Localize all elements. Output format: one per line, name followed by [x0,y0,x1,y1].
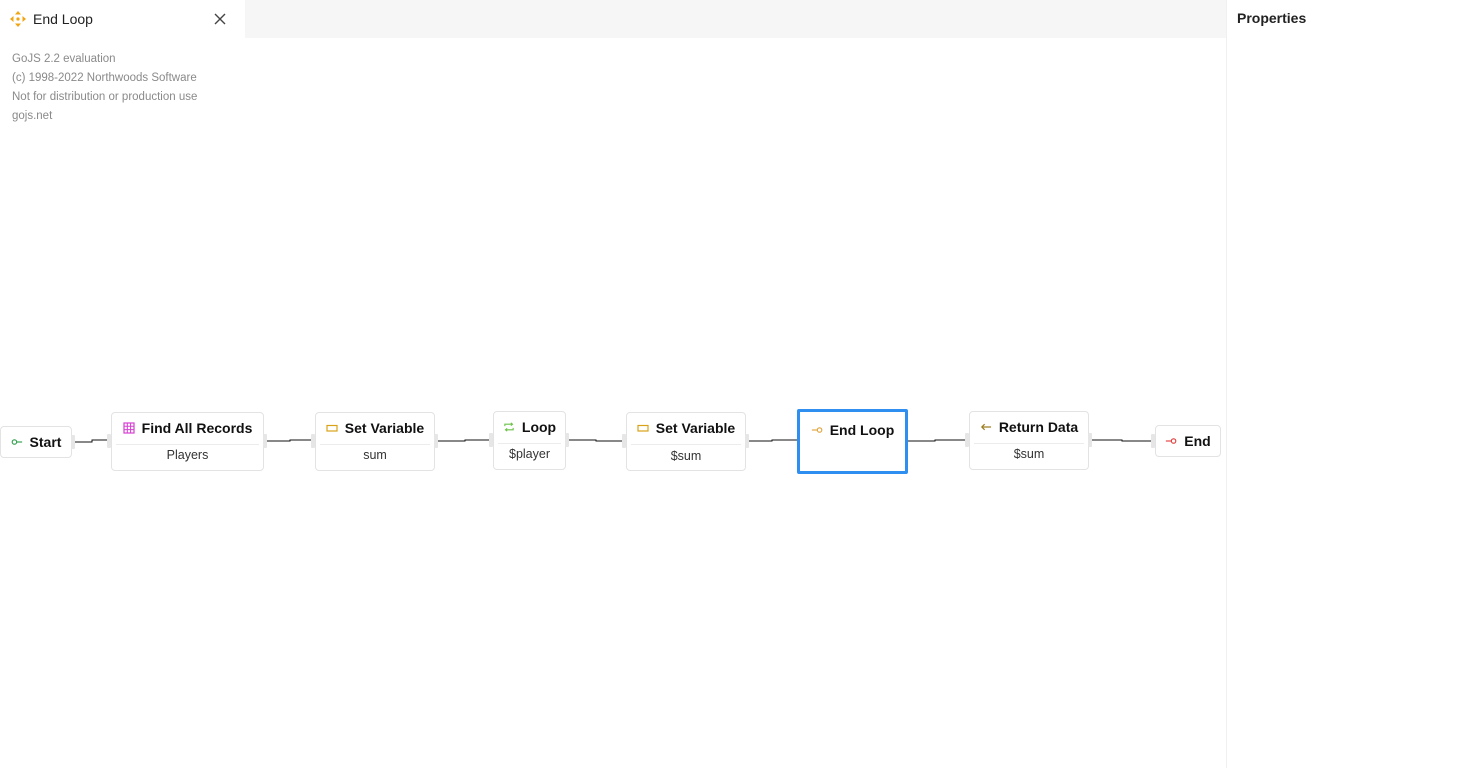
node-set-variable[interactable]: Set Variable sum [315,412,435,471]
separator [320,444,430,445]
start-circle-icon [11,436,23,448]
link [749,439,797,442]
node-sublabel: $sum [670,449,702,463]
node-end[interactable]: End [1155,425,1221,457]
separator [116,444,259,445]
port[interactable] [263,434,267,448]
node-label: Loop [521,419,557,435]
node-start[interactable]: Start [0,426,72,458]
node-return-data[interactable]: Return Data $sum [969,411,1089,470]
node-label: End [1184,433,1211,449]
loop-arrows-icon [503,421,515,433]
port[interactable] [434,434,438,448]
table-icon [123,422,135,434]
return-arrow-icon [980,421,992,433]
link-layer [74,439,1152,443]
node-sublabel: $sum [1013,447,1045,461]
node-end-loop[interactable]: End Loop [797,409,908,474]
link [267,439,312,442]
link [569,439,623,442]
variable-box-icon [637,422,649,434]
port[interactable] [565,433,569,447]
end-circle-icon [1165,435,1177,447]
link [74,439,108,443]
node-label: Start [29,434,62,450]
node-set-variable[interactable]: Set Variable $sum [626,412,746,471]
node-sublabel: Players [166,448,209,462]
port[interactable] [1088,433,1092,447]
end-loop-icon [811,424,823,436]
node-find-all-records[interactable]: Find All Records Players [111,412,264,471]
properties-panel: Properties [1226,0,1467,768]
node-label: Find All Records [141,420,253,436]
node-sublabel: $player [509,447,550,461]
node-label: Return Data [998,419,1079,435]
port[interactable] [71,435,75,449]
node-loop[interactable]: Loop $player [493,411,566,470]
tab-title: End Loop [33,11,93,27]
node-sublabel: sum [363,448,387,462]
variable-box-icon [326,422,338,434]
link [1092,439,1152,442]
port[interactable] [745,434,749,448]
node-label: Set Variable [344,420,425,436]
tab-end-loop[interactable]: End Loop [0,0,245,38]
separator [974,443,1084,444]
separator [498,443,561,444]
link [438,439,490,442]
move-arrows-icon [9,10,27,28]
separator [631,444,741,445]
link [908,439,966,442]
close-icon[interactable] [211,10,229,28]
node-label: Set Variable [655,420,736,436]
diagram-canvas[interactable]: GoJS 2.2 evaluation (c) 1998-2022 Northw… [0,38,1226,768]
app-root: End Loop Properties GoJS 2.2 evaluation … [0,0,1467,768]
properties-title: Properties [1237,10,1307,26]
node-label: End Loop [829,422,895,438]
